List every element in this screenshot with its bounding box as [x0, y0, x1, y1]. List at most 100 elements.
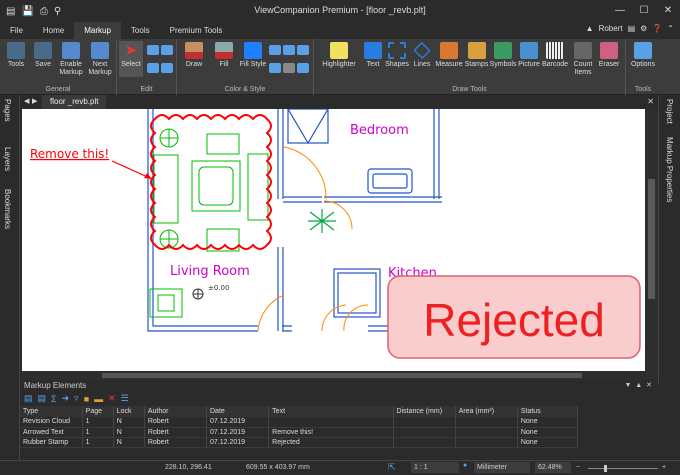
annotation-text[interactable]: Remove this! [30, 147, 109, 161]
side-tab-project[interactable]: Project [665, 99, 674, 124]
next-markup-button[interactable]: Next Markup [86, 42, 114, 77]
save-icon[interactable]: 💾 [19, 6, 35, 17]
vertical-scrollbar[interactable] [645, 109, 658, 371]
panel-close-icon[interactable]: ✕ [646, 382, 652, 389]
arrow-style-icon[interactable] [297, 45, 309, 57]
side-tab-layers[interactable]: Layers [3, 147, 12, 171]
col-status[interactable]: Status [517, 406, 579, 417]
collapse-ribbon-icon[interactable]: ⌃ [667, 24, 674, 33]
import-icon[interactable]: ▤ [38, 393, 47, 404]
stamps-button[interactable]: Stamps [463, 42, 490, 69]
side-tab-bookmarks[interactable]: Bookmarks [3, 189, 12, 229]
measure-button[interactable]: Measure [434, 42, 464, 69]
horizontal-scroll-thumb[interactable] [102, 373, 582, 378]
table-row[interactable]: Revision Cloud 1 N Robert 07.12.2019 None [20, 417, 579, 428]
tab-home[interactable]: Home [33, 22, 74, 39]
fill-color-button[interactable]: Fill [211, 42, 237, 69]
side-tab-pages[interactable]: Pages [3, 99, 12, 122]
scale-icon[interactable]: ⇱ [388, 462, 396, 473]
col-type[interactable]: Type [20, 406, 83, 417]
tab-tools[interactable]: Tools [121, 22, 160, 39]
redo-icon[interactable] [161, 45, 173, 57]
line-style-icon[interactable] [269, 45, 281, 57]
ribbon-tabs: File Home Markup Tools Premium Tools [0, 22, 680, 39]
options-button[interactable]: Options [628, 42, 658, 69]
help-icon[interactable]: ❓ [652, 24, 662, 33]
lines-button[interactable]: Lines [410, 41, 434, 69]
layout-icon[interactable]: ▤ [628, 24, 636, 33]
col-page[interactable]: Page [82, 406, 114, 417]
zoom-level[interactable]: 62.48% [535, 462, 571, 473]
select-all-icon[interactable] [161, 63, 173, 75]
text-button[interactable]: Text [362, 42, 384, 69]
fill-style-button[interactable]: Fill Style [239, 42, 267, 69]
tab-premium-tools[interactable]: Premium Tools [160, 22, 233, 39]
panel-pin-icon[interactable]: ▼ [624, 382, 631, 389]
select-button[interactable]: ➤ Select [119, 41, 143, 77]
horizontal-scrollbar[interactable] [22, 371, 658, 380]
tools-button[interactable]: Tools [4, 42, 28, 69]
zoom-slider-thumb[interactable] [604, 465, 607, 472]
count-items-button[interactable]: Count Items [570, 42, 596, 77]
close-tab-icon[interactable]: ✕ [647, 97, 654, 106]
save-button[interactable]: Save [31, 42, 55, 69]
scale-select[interactable]: 1 : 1 [411, 462, 459, 473]
tab-scroll-left-icon[interactable]: ◀ [24, 97, 29, 105]
tab-file[interactable]: File [0, 22, 33, 39]
col-distance[interactable]: Distance (mm) [393, 406, 456, 417]
line-color-icon[interactable] [283, 45, 295, 57]
close-icon[interactable]: ✕ [656, 0, 680, 20]
select-area-icon[interactable] [147, 63, 159, 75]
table-row[interactable]: Rubber Stamp 1 N Robert 07.12.2019 Rejected No… [20, 437, 579, 448]
col-lock[interactable]: Lock [113, 406, 145, 417]
units-select[interactable]: Millimeter [474, 462, 530, 473]
hatch-icon[interactable] [283, 63, 295, 75]
picture-button[interactable]: Picture [517, 42, 541, 69]
col-area[interactable]: Area (mm²) [455, 406, 518, 417]
document-tab[interactable]: floor _revb.plt [42, 95, 107, 109]
col-author[interactable]: Author [144, 406, 208, 417]
eraser-button[interactable]: Eraser [596, 42, 622, 69]
side-tab-markup-properties[interactable]: Markup Properties [665, 137, 674, 202]
print-preview-icon[interactable]: ⚲ [52, 6, 63, 17]
zoom-slider[interactable] [588, 468, 658, 469]
tab-scroll-right-icon[interactable]: ▶ [32, 97, 37, 105]
comment-icon[interactable]: ▬ [94, 394, 103, 404]
export-icon[interactable]: ▤ [24, 393, 33, 404]
zoom-in-icon[interactable]: + [662, 464, 666, 471]
vertical-scroll-thumb[interactable] [648, 179, 655, 299]
symbols-button[interactable]: Symbols [489, 42, 517, 69]
undo-icon[interactable] [147, 45, 159, 57]
table-row[interactable]: Arrowed Text 1 N Robert 07.12.2019 Remove thi… [20, 427, 579, 438]
draw-color-button[interactable]: Draw [181, 42, 207, 69]
tab-markup[interactable]: Markup [74, 22, 121, 39]
shapes-button[interactable]: Shapes [384, 42, 410, 69]
enable-markup-button[interactable]: Enable Markup [56, 42, 86, 77]
maximize-icon[interactable]: ☐ [632, 0, 656, 20]
drawing-canvas[interactable]: Bedroom Living Room Kitchen ±0.00 Remove… [22, 109, 645, 371]
minimize-icon[interactable]: — [608, 0, 632, 20]
group-edit: ➤ Select Edit [117, 39, 177, 95]
barcode-button[interactable]: Barcode [541, 42, 569, 69]
col-text[interactable]: Text [268, 406, 394, 417]
lock-icon[interactable]: ■ [84, 394, 89, 404]
sum-icon[interactable]: Σ [51, 394, 57, 404]
new-file-icon[interactable]: ▤ [4, 6, 17, 17]
left-side-panel: Pages Layers Bookmarks [0, 95, 20, 460]
panel-float-icon[interactable]: ▲ [635, 382, 642, 389]
cell-text [268, 417, 394, 428]
highlighter-button[interactable]: Highlighter [318, 42, 360, 69]
col-date[interactable]: Date [206, 406, 270, 417]
delete-icon[interactable]: ✕ [108, 393, 116, 404]
layers-icon[interactable]: ☰ [121, 393, 129, 404]
print-icon[interactable]: ⎙ [38, 6, 50, 17]
user-name[interactable]: Robert [599, 24, 623, 33]
line-width-icon[interactable] [269, 63, 281, 75]
layer-color-icon[interactable] [297, 63, 309, 75]
cell-status: None [517, 417, 579, 428]
zoom-out-icon[interactable]: − [576, 464, 580, 471]
settings-icon[interactable]: ⚙ [640, 24, 647, 33]
goto-icon[interactable]: ➜ [62, 393, 70, 404]
group-label-general: General [45, 86, 71, 93]
filter-icon[interactable]: ▿ [74, 393, 79, 404]
